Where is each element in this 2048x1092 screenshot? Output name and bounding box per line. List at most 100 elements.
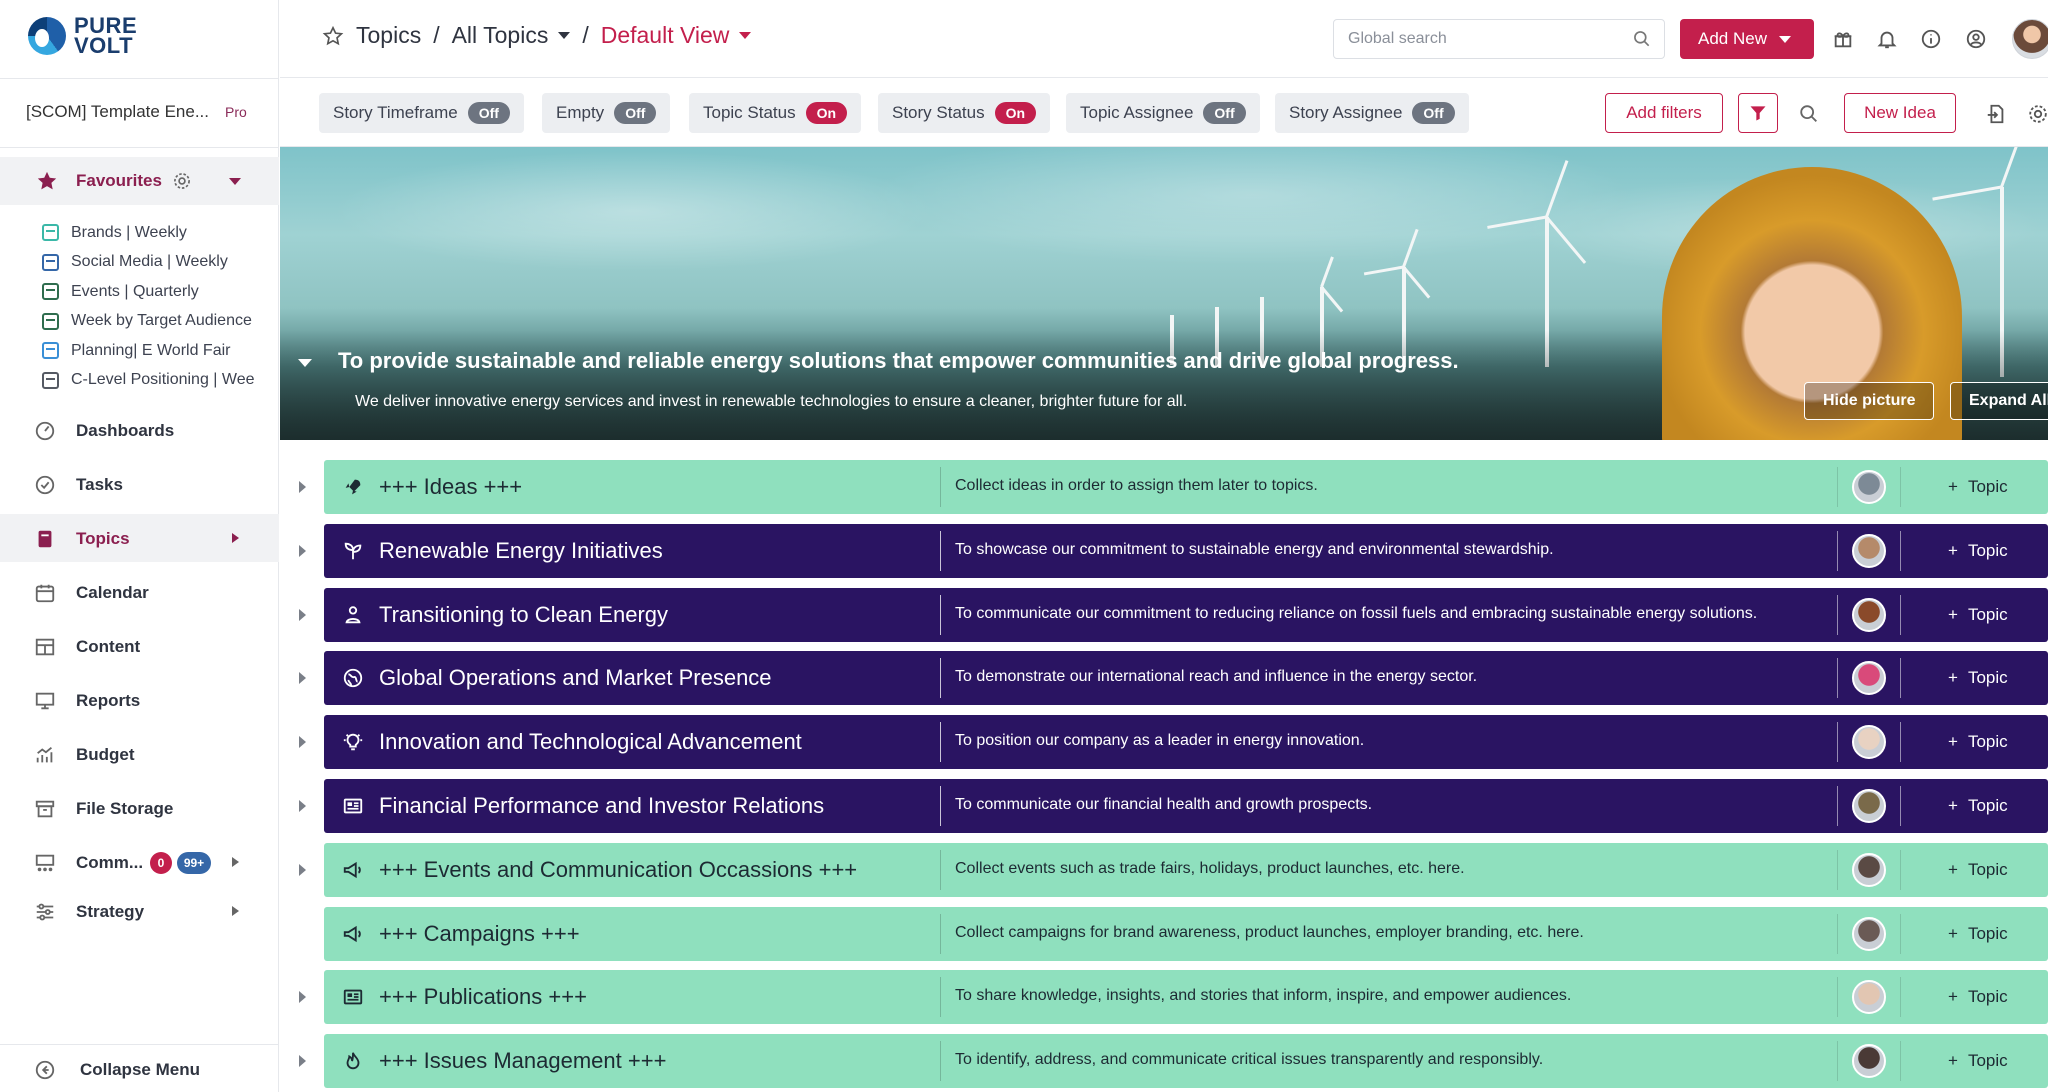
sidebar-item-file-storage[interactable]: File Storage: [0, 784, 279, 832]
add-topic-button[interactable]: + Topic: [1948, 924, 2008, 944]
chevron-right-icon[interactable]: [299, 672, 306, 685]
filter-toggle[interactable]: Off: [467, 102, 510, 124]
collapse-menu-button[interactable]: Collapse Menu: [0, 1044, 279, 1092]
sidebar-item-budget[interactable]: Budget: [0, 730, 279, 778]
add-filters-button[interactable]: Add filters: [1605, 93, 1723, 133]
filter-toggle[interactable]: On: [994, 102, 1037, 124]
gift-icon[interactable]: [1832, 28, 1854, 50]
filter-story-timeframe[interactable]: Story Timeframe Off: [319, 93, 524, 133]
add-topic-button[interactable]: + Topic: [1948, 987, 2008, 1007]
favourite-item[interactable]: Week by Target Audience: [42, 307, 272, 337]
topic-title[interactable]: Global Operations and Market Presence: [379, 665, 772, 691]
add-topic-button[interactable]: + Topic: [1948, 796, 2008, 816]
filter-toggle[interactable]: Off: [1412, 102, 1455, 124]
topic-row-innovation[interactable]: Innovation and Technological Advancement…: [299, 715, 2048, 770]
sidebar-item-tasks[interactable]: Tasks: [0, 460, 279, 508]
add-topic-button[interactable]: + Topic: [1948, 477, 2008, 497]
chevron-right-icon[interactable]: [299, 544, 306, 557]
hide-picture-button[interactable]: Hide picture: [1804, 382, 1935, 420]
user-circle-icon[interactable]: [1965, 28, 1987, 50]
chevron-down-icon[interactable]: [739, 32, 752, 39]
chevron-right-icon[interactable]: [299, 800, 306, 812]
topic-title[interactable]: +++ Events and Communication Occassions …: [379, 857, 857, 883]
bell-icon[interactable]: [1876, 28, 1898, 50]
assignee-avatar[interactable]: [1852, 852, 1886, 887]
sidebar-item-content[interactable]: Content: [0, 622, 279, 670]
sidebar-item-topics[interactable]: Topics: [0, 514, 279, 562]
topic-row-transitioning-to-clean-energy[interactable]: Transitioning to Clean Energy To communic…: [299, 587, 2048, 642]
gear-icon[interactable]: [2027, 103, 2048, 125]
info-icon[interactable]: [1920, 28, 1942, 50]
assignee-avatar[interactable]: [1852, 533, 1886, 568]
topic-title[interactable]: +++ Publications +++: [379, 984, 587, 1010]
chevron-right-icon[interactable]: [299, 736, 306, 749]
add-topic-button[interactable]: + Topic: [1948, 860, 2008, 880]
add-new-button[interactable]: Add New: [1680, 19, 1814, 59]
add-topic-button[interactable]: + Topic: [1948, 605, 2008, 625]
topic-title[interactable]: +++ Ideas +++: [379, 474, 522, 500]
topic-title[interactable]: +++ Issues Management +++: [379, 1048, 666, 1074]
export-icon[interactable]: [1985, 103, 2007, 125]
breadcrumb-all-topics[interactable]: All Topics: [452, 22, 549, 49]
chevron-down-icon[interactable]: [558, 32, 571, 39]
assignee-avatar[interactable]: [1852, 597, 1886, 632]
filter-empty[interactable]: Empty Off: [542, 93, 671, 133]
sidebar-item-reports[interactable]: Reports: [0, 676, 279, 724]
add-topic-button[interactable]: + Topic: [1948, 668, 2008, 688]
view-selector[interactable]: Default View: [601, 22, 730, 49]
chevron-right-icon[interactable]: [299, 863, 306, 876]
sidebar-item-calendar[interactable]: Calendar: [0, 568, 279, 616]
add-topic-button[interactable]: + Topic: [1948, 1051, 2008, 1071]
search-icon[interactable]: [1798, 103, 1820, 125]
assignee-avatar[interactable]: [1852, 916, 1886, 951]
favourites-header[interactable]: Favourites: [0, 157, 279, 205]
filter-topic-status[interactable]: Topic Status On: [689, 93, 862, 133]
topic-row-global-operations[interactable]: Global Operations and Market Presence To …: [299, 651, 2048, 706]
chevron-right-icon[interactable]: [299, 1055, 306, 1068]
chevron-right-icon[interactable]: [299, 608, 306, 621]
chevron-down-icon[interactable]: [229, 178, 241, 185]
topic-row-renewable-energy-initiatives[interactable]: Renewable Energy Initiatives To showcase …: [299, 523, 2048, 578]
favourite-item[interactable]: C-Level Positioning | Wee: [42, 366, 272, 396]
assignee-avatar[interactable]: [1852, 1044, 1886, 1079]
favourite-item[interactable]: Planning| E World Fair: [42, 336, 272, 366]
topic-row-publications[interactable]: +++ Publications +++ To share knowledge, …: [299, 970, 2048, 1025]
star-outline-icon[interactable]: [322, 25, 344, 47]
global-search-input[interactable]: Global search: [1333, 19, 1665, 59]
assignee-avatar[interactable]: [1852, 725, 1886, 760]
chevron-right-icon[interactable]: [299, 991, 306, 1004]
topic-title[interactable]: Financial Performance and Investor Relat…: [379, 793, 824, 819]
filter-topic-assignee[interactable]: Topic Assignee Off: [1066, 93, 1260, 133]
assignee-avatar[interactable]: [1852, 980, 1886, 1015]
expand-all-button[interactable]: Expand All: [1950, 382, 2048, 420]
chevron-down-icon[interactable]: [298, 359, 312, 367]
topic-row-ideas[interactable]: +++ Ideas +++ Collect ideas in order to a…: [299, 460, 2048, 514]
topic-title[interactable]: Renewable Energy Initiatives: [379, 538, 663, 564]
assignee-avatar[interactable]: [1852, 789, 1886, 823]
chevron-right-icon[interactable]: [299, 481, 306, 493]
filter-story-assignee[interactable]: Story Assignee Off: [1275, 93, 1469, 133]
favourite-item[interactable]: Brands | Weekly: [42, 218, 272, 248]
topic-row-issues-management[interactable]: +++ Issues Management +++ To identify, ad…: [299, 1034, 2048, 1089]
sidebar-item-dashboards[interactable]: Dashboards: [0, 406, 279, 454]
sidebar-item-strategy[interactable]: Strategy: [0, 887, 279, 935]
assignee-avatar[interactable]: [1852, 661, 1886, 696]
topic-row-campaigns[interactable]: +++ Campaigns +++ Collect campaigns for b…: [324, 906, 2048, 961]
sidebar-item-community[interactable]: Comm... 0 99+: [0, 838, 279, 886]
breadcrumb-topics[interactable]: Topics: [356, 22, 421, 49]
add-topic-button[interactable]: + Topic: [1948, 732, 2008, 752]
filter-toggle-button[interactable]: [1738, 93, 1778, 133]
favourite-item[interactable]: Events | Quarterly: [42, 277, 272, 307]
gear-icon[interactable]: [172, 171, 192, 191]
favourite-item[interactable]: Social Media | Weekly: [42, 248, 272, 278]
topic-row-events[interactable]: +++ Events and Communication Occassions …: [299, 842, 2048, 897]
filter-toggle[interactable]: Off: [614, 102, 657, 124]
filter-story-status[interactable]: Story Status On: [878, 93, 1051, 133]
topic-title[interactable]: +++ Campaigns +++: [379, 921, 580, 947]
topic-row-financial-performance[interactable]: Financial Performance and Investor Relat…: [299, 779, 2048, 833]
topic-title[interactable]: Innovation and Technological Advancement: [379, 729, 802, 755]
workspace-switcher[interactable]: [SCOM] Template Ene... Pro: [26, 102, 266, 122]
filter-toggle[interactable]: On: [805, 102, 848, 124]
avatar[interactable]: [2012, 19, 2048, 59]
add-topic-button[interactable]: + Topic: [1948, 541, 2008, 561]
